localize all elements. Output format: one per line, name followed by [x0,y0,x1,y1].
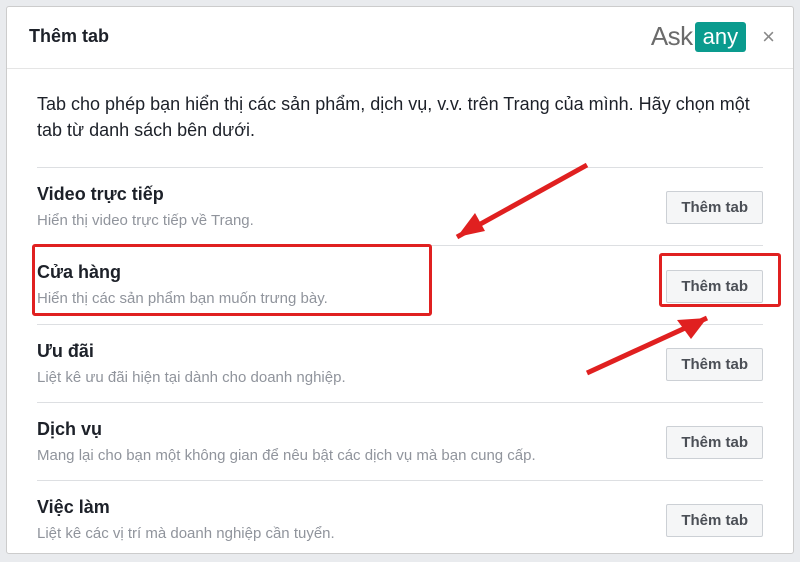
add-tab-button-jobs[interactable]: Thêm tab [666,504,763,537]
tab-title: Việc làm [37,497,646,518]
tab-title: Video trực tiếp [37,184,646,205]
add-tab-button-offers[interactable]: Thêm tab [666,348,763,381]
askany-logo: Ask any [651,21,746,52]
tab-info: Dịch vụ Mang lại cho bạn một không gian … [37,419,646,466]
tab-title: Ưu đãi [37,341,646,362]
modal-title: Thêm tab [29,26,109,47]
tab-desc: Liệt kê các vị trí mà doanh nghiệp cần t… [37,524,646,544]
add-tab-button-video[interactable]: Thêm tab [666,191,763,224]
modal-header: Thêm tab Ask any × [7,7,793,69]
tab-row-services: Dịch vụ Mang lại cho bạn một không gian … [37,402,763,480]
tab-row-offers: Ưu đãi Liệt kê ưu đãi hiện tại dành cho … [37,324,763,402]
tab-info: Việc làm Liệt kê các vị trí mà doanh ngh… [37,497,646,544]
tab-desc: Hiển thị video trực tiếp về Trang. [37,211,646,231]
logo-text-any: any [695,22,746,52]
tab-desc: Liệt kê ưu đãi hiện tại dành cho doanh n… [37,368,646,388]
tab-row-shop: Cửa hàng Hiển thị các sản phẩm bạn muốn … [37,245,763,323]
modal-body: Tab cho phép bạn hiển thị các sản phẩm, … [7,69,793,554]
tab-desc: Mang lại cho bạn một không gian để nêu b… [37,446,646,466]
tab-title: Cửa hàng [37,262,646,283]
tab-row-video: Video trực tiếp Hiển thị video trực tiếp… [37,167,763,245]
add-tab-button-services[interactable]: Thêm tab [666,426,763,459]
tab-title: Dịch vụ [37,419,646,440]
close-icon[interactable]: × [762,26,775,48]
tab-row-jobs: Việc làm Liệt kê các vị trí mà doanh ngh… [37,480,763,554]
tab-desc: Hiển thị các sản phẩm bạn muốn trưng bày… [37,289,646,309]
add-tab-button-shop[interactable]: Thêm tab [666,270,763,303]
modal-description: Tab cho phép bạn hiển thị các sản phẩm, … [37,91,763,143]
logo-text-ask: Ask [651,21,693,52]
add-tab-modal: Thêm tab Ask any × Tab cho phép bạn hiển… [6,6,794,554]
tab-info: Cửa hàng Hiển thị các sản phẩm bạn muốn … [37,262,646,309]
tab-info: Ưu đãi Liệt kê ưu đãi hiện tại dành cho … [37,341,646,388]
header-right: Ask any × [651,21,775,52]
tab-info: Video trực tiếp Hiển thị video trực tiếp… [37,184,646,231]
